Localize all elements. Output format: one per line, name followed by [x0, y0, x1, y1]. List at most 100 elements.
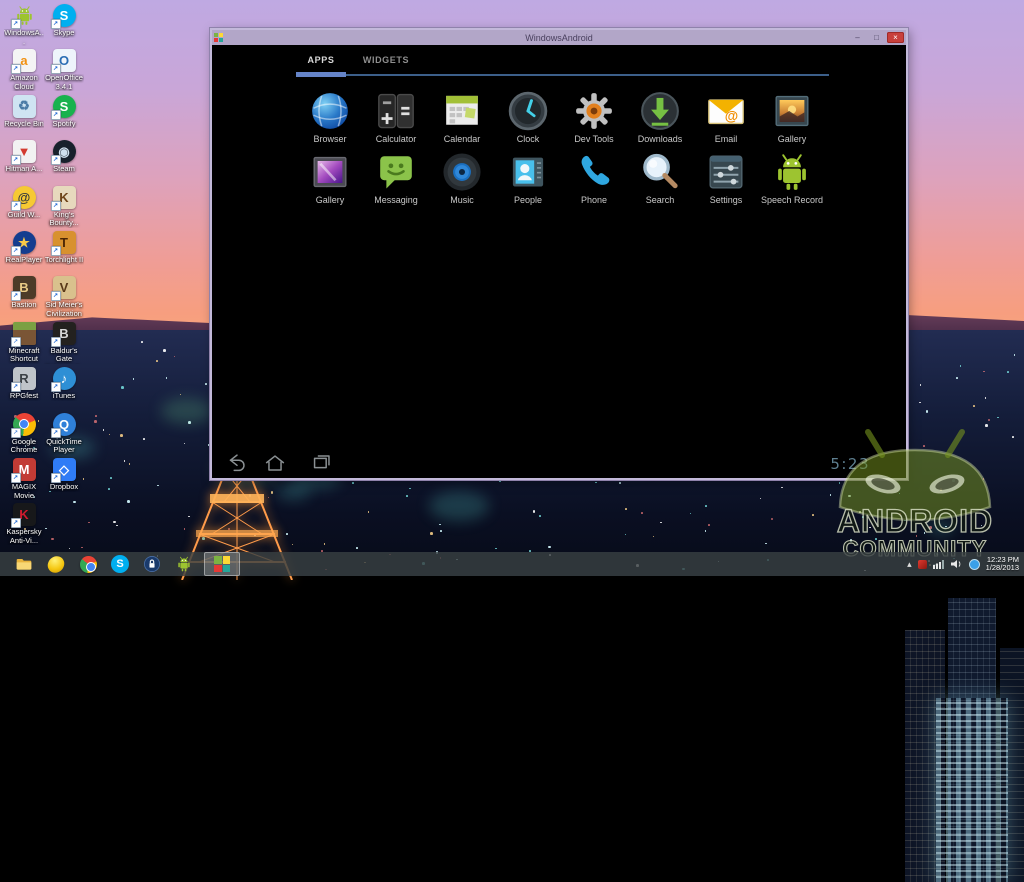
desktop-icon-quicktime-player[interactable]: Q ↗ QuickTime Player	[44, 412, 84, 455]
tray-clock[interactable]: 12:23 PM 1/28/2013	[986, 555, 1019, 573]
app-gallery[interactable]: Gallery	[297, 150, 363, 211]
shortcut-arrow-icon: ↗	[50, 336, 61, 347]
desktop-icon-dropbox[interactable]: ◇ ↗ Dropbox	[44, 458, 84, 492]
desktop-icon-magix-movie-edit[interactable]: M↗MAGIX Movie Edit...	[4, 458, 44, 500]
taskbar-pinned-apps: S	[12, 552, 248, 576]
desktop-icon-label: RPGfest	[9, 392, 39, 401]
taskbar-windowsandroid[interactable]	[204, 552, 240, 576]
desktop-icon-openoffice-3-4-1[interactable]: O ↗ OpenOffice 3.4.1	[44, 49, 84, 91]
app-messaging[interactable]: Messaging	[363, 150, 429, 211]
app-phone[interactable]: Phone	[561, 150, 627, 211]
app-label: Gallery	[315, 195, 345, 205]
tray-kaspersky-tray-icon[interactable]	[917, 558, 927, 570]
city-light	[904, 519, 907, 522]
desktop-icon-label: MAGIX Movie Edit...	[11, 483, 37, 500]
desktop-icon-king-s-bounty[interactable]: K ↗ King's Bounty...	[44, 185, 84, 228]
desktop-icon-recycle-bin[interactable]: ♻ Recycle Bin	[4, 94, 44, 129]
app-speech-record[interactable]: Speech Record	[759, 150, 825, 211]
nav-back-button[interactable]	[224, 450, 250, 476]
desktop-icon-baldur-s-gate-enhanced[interactable]: B↗Baldur's Gate Enhanced...	[44, 321, 84, 364]
desktop-icon-sid-meier-s-civilization-v[interactable]: V↗Sid Meier's Civilization V	[44, 276, 84, 318]
city-light	[179, 393, 182, 396]
city-light	[156, 360, 158, 362]
taskbar-android-app[interactable]	[172, 553, 196, 575]
tray-hidden-icons-icon[interactable]: ▴	[907, 558, 912, 570]
tray-messenger-tray-icon[interactable]	[968, 558, 980, 570]
window-titlebar[interactable]: WindowsAndroid – □ ×	[212, 30, 906, 45]
city-light	[898, 492, 901, 495]
city-glow	[160, 397, 213, 424]
tab-apps[interactable]: APPS	[296, 55, 346, 65]
app-label: Downloads	[637, 134, 683, 144]
hitman-icon: ▼ ↗	[10, 140, 36, 166]
desktop-icon-windowsa[interactable]: ↗ WindowsA...	[4, 4, 44, 46]
desktop-icon-skype[interactable]: S ↗ Skype	[44, 4, 84, 38]
app-calculator[interactable]: Calculator	[363, 89, 429, 150]
taskbar-google-chrome[interactable]	[76, 553, 100, 575]
desktop-icon-itunes[interactable]: ♪ ↗ iTunes	[44, 367, 84, 401]
tray-network-icon[interactable]	[932, 558, 945, 570]
desktop-icon-realplayer[interactable]: ★ ↗ RealPlayer	[4, 231, 44, 265]
shortcut-arrow-icon: ↗	[50, 382, 61, 393]
nav-home-button[interactable]	[262, 450, 288, 476]
city-light	[640, 512, 643, 514]
app-downloads[interactable]: Downloads	[627, 89, 693, 150]
city-glow	[429, 490, 490, 522]
city-light	[919, 401, 921, 404]
realplayer-icon: ★ ↗	[10, 231, 36, 256]
shortcut-arrow-icon: ↗	[10, 291, 21, 302]
app-clock[interactable]: Clock	[495, 89, 561, 150]
magix-icon: M ↗	[10, 458, 36, 483]
desktop-icon-label: Skype	[53, 29, 75, 37]
desktop-icon-label: OpenOffice 3.4.1	[45, 74, 83, 91]
minecraft-icon: ↗	[10, 321, 36, 347]
desktop-icon-rpgfest[interactable]: R ↗ RPGfest	[4, 367, 44, 401]
desktop-icon-kaspersky-anti-vi[interactable]: K ↗ Kaspersky Anti-Vi...	[4, 503, 44, 545]
app-calendar[interactable]: Calendar	[429, 89, 495, 150]
desktop-icon-guild-w[interactable]: @ ↗ Guild W...	[4, 185, 44, 220]
city-light	[868, 526, 871, 529]
desktop-icon-label: Amazon Cloud Player	[10, 74, 38, 91]
app-gallery[interactable]: Gallery	[759, 89, 825, 150]
city-light	[499, 480, 501, 483]
desktop-icon-label: Steam	[53, 165, 75, 174]
taskbar-file-explorer[interactable]	[12, 553, 36, 575]
desktop-icon-google-chrome[interactable]: ↗ Google Chrome	[4, 412, 44, 455]
desktop-icon-steam[interactable]: ◉ ↗ Steam	[44, 140, 84, 174]
app-people[interactable]: People	[495, 150, 561, 211]
city-light	[689, 512, 692, 515]
shortcut-arrow-icon: ↗	[10, 336, 21, 347]
city-light	[108, 488, 111, 490]
city-light	[980, 524, 983, 527]
app-browser[interactable]: Browser	[297, 89, 363, 150]
app-dev-tools[interactable]: Dev Tools	[561, 89, 627, 150]
close-button[interactable]: ×	[887, 32, 904, 43]
app-grid: Browser Calculator Calendar Clock Dev Tools D…	[297, 89, 825, 211]
desktop-icon-label: King's Bounty...	[49, 210, 79, 228]
minimize-button[interactable]: –	[849, 32, 866, 43]
app-music[interactable]: Music	[429, 150, 495, 211]
city-light	[127, 500, 130, 503]
openoffice-icon: O ↗	[50, 49, 76, 75]
desktop-icon-hitman-a[interactable]: ▼ ↗ Hitman A...	[4, 140, 44, 174]
app-search[interactable]: Search	[627, 150, 693, 211]
desktop-icon-spotify[interactable]: S ↗ Spotify	[44, 94, 84, 129]
desktop-icon-torchlight-ii[interactable]: T ↗ Torchlight II	[44, 231, 84, 265]
desktop-icon-label: Kaspersky Anti-Vi...	[6, 528, 42, 545]
maximize-button[interactable]: □	[868, 32, 885, 43]
nav-recents-button[interactable]	[309, 450, 335, 476]
desktop-icon-bastion[interactable]: B ↗ Bastion	[4, 276, 44, 310]
shortcut-arrow-icon: ↗	[50, 19, 61, 29]
tray-volume-icon[interactable]	[950, 558, 963, 570]
shortcut-arrow-icon: ↗	[10, 19, 21, 29]
city-light	[764, 542, 767, 545]
taskbar-keepass[interactable]	[140, 553, 164, 575]
tab-widgets[interactable]: WIDGETS	[346, 55, 426, 65]
taskbar-lemon-app[interactable]	[44, 553, 68, 575]
app-settings[interactable]: Settings	[693, 150, 759, 211]
city-light	[87, 521, 90, 524]
taskbar-skype[interactable]: S	[108, 553, 132, 575]
desktop-icon-amazon-cloud-player[interactable]: a↗Amazon Cloud Player	[4, 49, 44, 91]
app-email[interactable]: @ Email	[693, 89, 759, 150]
desktop-icon-minecraft-shortcut[interactable]: ↗ Minecraft Shortcut	[4, 321, 44, 364]
